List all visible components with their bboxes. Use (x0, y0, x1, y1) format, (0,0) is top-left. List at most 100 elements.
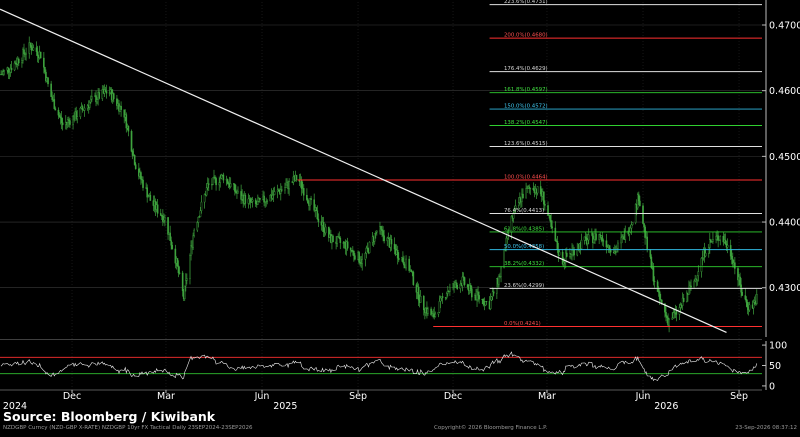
oscillator-tick-label: 100 (769, 341, 787, 352)
candle-body (741, 292, 743, 296)
candle-body (422, 296, 425, 311)
candle-body (257, 201, 259, 205)
footer-copyright: Copyright© 2026 Bloomberg Finance L.P. (434, 425, 548, 431)
fib-level-label: 61.8%(0.4385) (504, 226, 544, 232)
candle-body (665, 312, 667, 317)
candle-body (595, 233, 597, 240)
candle-body (58, 114, 61, 118)
candle-body (35, 47, 38, 52)
candle-body (226, 179, 229, 184)
candle-body (517, 202, 520, 207)
candle-body (193, 229, 195, 237)
month-label: Sep (730, 391, 748, 402)
candle-body (652, 267, 655, 282)
candle-body (580, 239, 583, 250)
footer-description: NZDGBP Curncy (NZD-GBP X-RATE) NZDGBP 10… (3, 425, 253, 431)
candle-body (576, 249, 579, 256)
candle-body (707, 247, 710, 254)
month-label: Sep (349, 391, 367, 402)
candle-body (724, 239, 727, 245)
candle-body (47, 77, 49, 85)
candle-body (315, 207, 318, 211)
candle-body (658, 291, 661, 300)
candle-body (408, 258, 410, 271)
price-axis: 0.4700 0.4600 0.4500 0.4400 0.4300 (762, 0, 800, 337)
candle-body (492, 291, 495, 294)
candle-body (170, 240, 172, 246)
candle-body (316, 210, 319, 220)
candle-body (105, 91, 108, 94)
candle-body (593, 239, 595, 243)
fib-level-label: 223.6%(0.4731) (504, 0, 548, 5)
candle-body (571, 250, 573, 255)
candle-body (30, 45, 33, 51)
candle-body (650, 256, 653, 268)
candle-body (402, 257, 404, 263)
candle-body (244, 195, 247, 204)
candle-body (186, 278, 188, 281)
candle-body (178, 272, 181, 274)
candle-body (489, 299, 492, 310)
candle-body (417, 286, 420, 301)
candle-body (177, 265, 180, 274)
candle-body (36, 51, 39, 57)
candle-body (247, 198, 250, 204)
candle-body (410, 269, 413, 272)
candle-body (755, 294, 758, 304)
candle-body (445, 293, 448, 298)
candle-body (285, 184, 287, 188)
candle-body (159, 213, 162, 216)
candle-body (263, 195, 265, 203)
candle-body (57, 109, 60, 116)
fib-level-label: 100.0%(0.4464) (504, 175, 548, 181)
candle-body (397, 257, 400, 261)
candle-body (539, 186, 542, 195)
candle-body (295, 174, 298, 181)
footer-timestamp: 23-Sep-2026 08:37:12 (735, 425, 797, 431)
month-label: Mar (538, 391, 556, 402)
candle-body (427, 308, 429, 314)
candle-body (485, 301, 488, 303)
candle-body (396, 249, 399, 259)
candle-body (383, 235, 385, 242)
candle-body (43, 57, 45, 68)
fib-level-label: 23.6%(0.4299) (504, 283, 544, 289)
candle-body (746, 302, 749, 308)
fib-level-label: 0.0%(0.4241) (504, 321, 541, 327)
candle-body (700, 258, 703, 272)
candle-body (310, 198, 312, 200)
candle-body (51, 96, 53, 100)
candle-body (171, 245, 174, 250)
candle-body (412, 271, 415, 285)
year-label: 2026 (654, 401, 678, 412)
year-label: 2025 (273, 401, 297, 412)
price-tick-label: 0.4600 (769, 86, 800, 97)
candle-body (229, 183, 232, 188)
candle-body (419, 296, 422, 303)
candle-body (605, 240, 608, 248)
candle-body (393, 243, 396, 250)
candle-body (222, 174, 225, 181)
candle-body (176, 258, 179, 267)
candle-body (339, 237, 342, 243)
candle-body (189, 255, 191, 279)
candle-body (558, 251, 561, 256)
candle-body (98, 92, 100, 99)
trendline-layer (0, 8, 727, 333)
candle-body (254, 199, 257, 204)
candle-body (608, 245, 611, 250)
candle-body (456, 285, 459, 290)
candle-body (532, 187, 535, 190)
candle-body (719, 235, 722, 241)
candle-body (712, 239, 714, 242)
candle-body (237, 191, 239, 194)
candle-body (704, 252, 707, 257)
price-tick-label: 0.4700 (769, 20, 800, 31)
candle-body (373, 233, 376, 242)
candle-body (482, 299, 485, 305)
candle-body (196, 222, 199, 231)
candle-body (500, 267, 502, 277)
candle-body (212, 177, 214, 185)
candle-body (405, 258, 407, 269)
candle-body (120, 106, 122, 110)
